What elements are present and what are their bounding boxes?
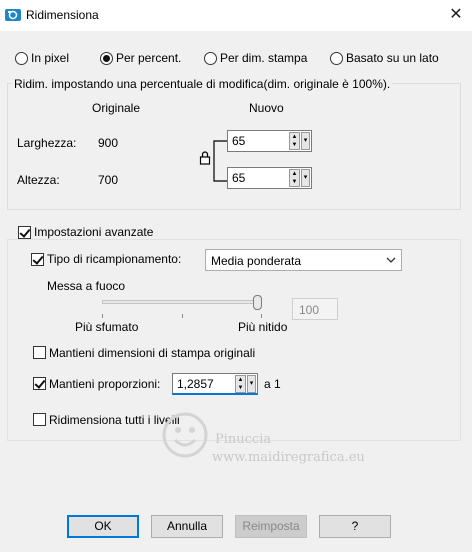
- resize-all-layers-checkbox[interactable]: [33, 413, 46, 426]
- resample-dropdown[interactable]: Media ponderata: [205, 249, 402, 271]
- radio-per-percent-label[interactable]: Per percent.: [116, 51, 181, 65]
- column-original-header: Originale: [92, 101, 141, 115]
- sharpness-min-label: Più sfumato: [75, 320, 139, 334]
- resample-checkbox[interactable]: [31, 253, 44, 266]
- chevron-down-icon[interactable]: ▾: [301, 132, 310, 150]
- width-percent-value[interactable]: 65: [232, 134, 245, 148]
- chevron-down-icon[interactable]: ▾: [247, 375, 256, 393]
- height-percent-value[interactable]: 65: [232, 171, 245, 185]
- resize-app-icon: [5, 9, 21, 21]
- radio-basato-su-lato-label[interactable]: Basato su un lato: [346, 51, 439, 65]
- watermark-name: Pinuccia: [215, 432, 272, 447]
- help-button[interactable]: ?: [319, 515, 391, 538]
- sharpness-value: 100: [299, 303, 320, 317]
- width-label: Larghezza:: [17, 136, 77, 150]
- chevron-down-icon[interactable]: ▾: [301, 169, 310, 187]
- radio-per-dim-stampa-label[interactable]: Per dim. stampa: [220, 51, 307, 65]
- keep-print-size-checkbox[interactable]: [33, 346, 46, 359]
- radio-in-pixel[interactable]: [15, 52, 28, 65]
- resample-selected-value[interactable]: Media ponderata: [211, 254, 301, 268]
- ratio-value[interactable]: 1,2857: [177, 377, 214, 391]
- sharpness-max-label: Più nitido: [238, 320, 288, 334]
- cancel-button[interactable]: Annulla: [151, 515, 223, 538]
- ratio-suffix: a 1: [264, 377, 281, 391]
- radio-basato-su-lato[interactable]: [330, 52, 343, 65]
- sharpness-slider-track[interactable]: [102, 300, 262, 304]
- width-original-value: 900: [98, 136, 119, 150]
- slider-tick: [261, 314, 262, 318]
- resample-label[interactable]: Tipo di ricampionamento:: [47, 252, 181, 266]
- advanced-settings-checkbox[interactable]: [18, 226, 31, 239]
- radio-in-pixel-label[interactable]: In pixel: [31, 51, 69, 65]
- slider-tick: [102, 314, 103, 318]
- radio-per-dim-stampa[interactable]: [204, 52, 217, 65]
- advanced-settings-label[interactable]: Impostazioni avanzate: [34, 225, 153, 239]
- width-percent-spinner[interactable]: 65 ▲ ▼ ▾: [227, 130, 312, 152]
- height-label: Altezza:: [17, 173, 60, 187]
- height-original-value: 700: [98, 173, 119, 187]
- close-icon[interactable]: ✕: [444, 3, 468, 27]
- reset-button[interactable]: Reimposta: [235, 515, 307, 538]
- spin-updown-icon[interactable]: ▲ ▼: [289, 132, 300, 150]
- watermark-smiley-icon: [162, 412, 208, 458]
- watermark-url: www.maidiregrafica.eu: [212, 450, 365, 465]
- sharpness-value-field[interactable]: 100: [292, 298, 338, 320]
- height-percent-spinner[interactable]: 65 ▲ ▼ ▾: [227, 167, 312, 189]
- spin-updown-icon[interactable]: ▲ ▼: [289, 169, 300, 187]
- chevron-down-icon[interactable]: [386, 257, 396, 264]
- percent-group-caption: Ridim. impostando una percentuale di mod…: [12, 77, 393, 91]
- ok-button[interactable]: OK: [67, 515, 139, 538]
- lock-icon[interactable]: [199, 151, 211, 165]
- ratio-spinner[interactable]: 1,2857 ▲ ▼ ▾: [172, 373, 258, 395]
- column-new-header: Nuovo: [249, 101, 284, 115]
- radio-per-percent[interactable]: [100, 52, 113, 65]
- spin-updown-icon[interactable]: ▲ ▼: [235, 375, 246, 393]
- keep-ratio-checkbox[interactable]: [33, 377, 46, 390]
- sharpness-label: Messa a fuoco: [47, 279, 126, 293]
- keep-ratio-label[interactable]: Mantieni proporzioni:: [49, 377, 160, 391]
- slider-tick: [182, 314, 183, 318]
- sharpness-slider-thumb[interactable]: [253, 295, 262, 310]
- keep-print-size-label[interactable]: Mantieni dimensioni di stampa originali: [49, 346, 255, 360]
- window-title: Ridimensiona: [26, 8, 99, 22]
